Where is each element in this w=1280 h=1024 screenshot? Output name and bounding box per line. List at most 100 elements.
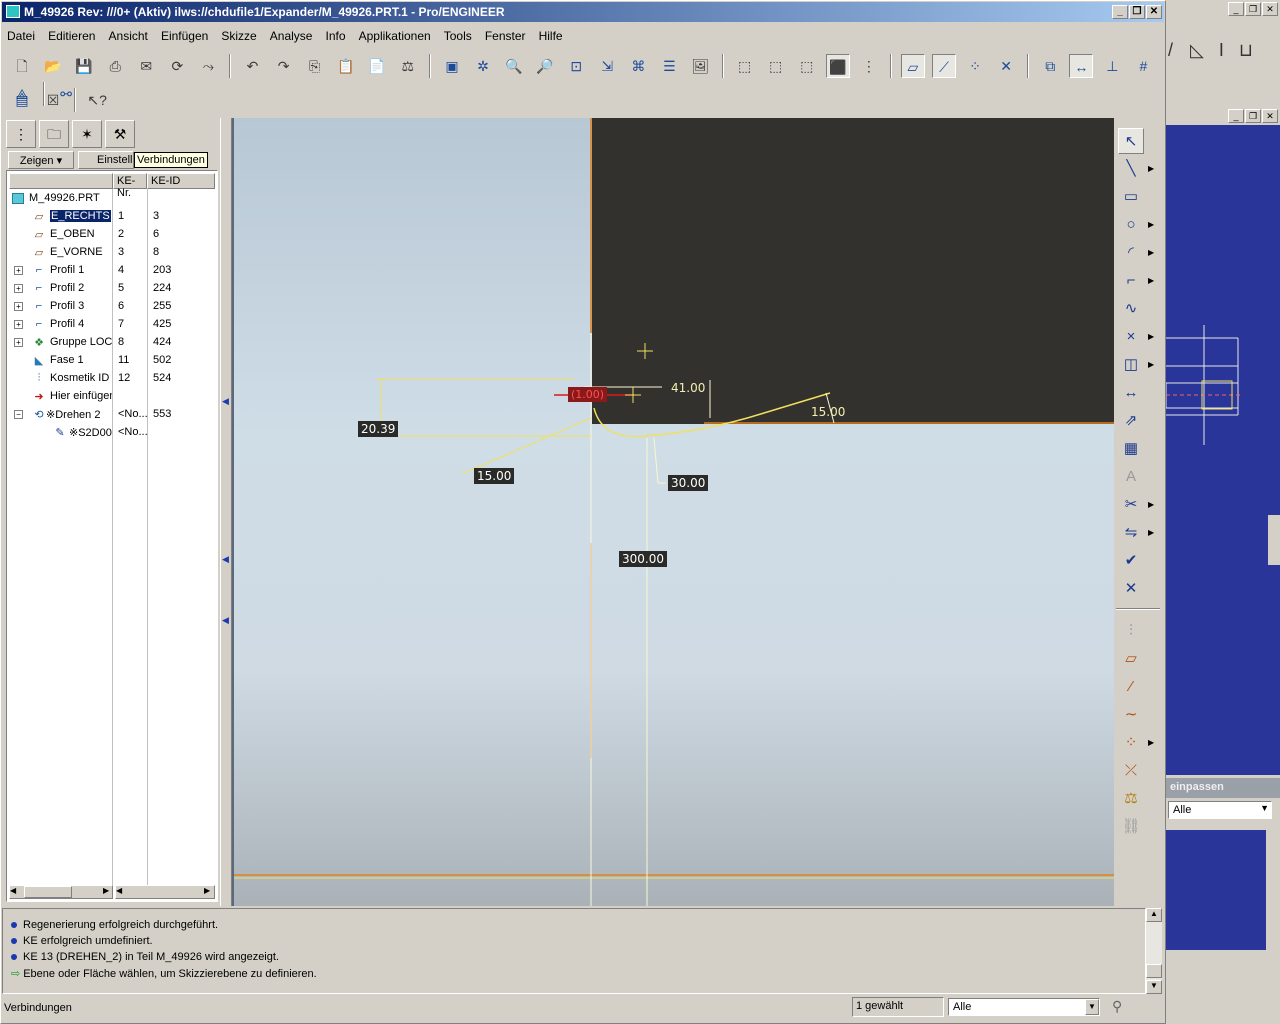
regenerate-manager-icon[interactable]: ⤳ — [196, 54, 220, 78]
sketch-orientation-icon[interactable]: ⧉ — [1038, 54, 1062, 78]
flyout-arrow-icon[interactable]: ▶ — [1148, 500, 1154, 509]
arc-tool-icon[interactable]: ◜ — [1118, 240, 1144, 266]
paste-icon[interactable]: 📋 — [334, 54, 358, 78]
datum-planes-icon[interactable]: ▱ — [900, 54, 925, 78]
view-manager-icon[interactable]: 🖼 — [688, 54, 712, 78]
relations-icon[interactable]: ⚖ — [396, 54, 420, 78]
column-header-name[interactable] — [9, 173, 113, 189]
menu-applikationen[interactable]: Applikationen — [354, 26, 436, 46]
menu-info[interactable]: Info — [321, 26, 351, 46]
datum-curve-tool-icon[interactable]: ∼ — [1118, 702, 1144, 728]
tree-row[interactable]: ✎ ※S2D00 <No... — [7, 424, 217, 442]
scroll-thumb[interactable] — [24, 886, 72, 898]
collapse-left-icon[interactable]: ◀ — [222, 615, 229, 626]
show-button[interactable]: Zeigen ▾ — [8, 151, 74, 169]
constraints-tool-icon[interactable]: ▦ — [1118, 436, 1144, 462]
dimension-label[interactable]: 20.39 — [358, 421, 399, 437]
hidden-line-icon[interactable]: ⬚ — [764, 54, 788, 78]
redo-icon[interactable]: ↷ — [272, 54, 296, 78]
flyout-arrow-icon[interactable]: ▶ — [1148, 164, 1154, 173]
bg2-restore-button[interactable]: ❐ — [1245, 109, 1261, 123]
datum-axes-icon[interactable]: ⟋ — [932, 54, 956, 78]
flyout-arrow-icon[interactable]: ▶ — [1148, 332, 1154, 341]
chevron-down-icon[interactable]: ▼ — [1085, 999, 1099, 1015]
tree-row[interactable]: + ⌐ Profil 1 4 203 — [7, 262, 217, 280]
no-hidden-icon[interactable]: ⬚ — [795, 54, 819, 78]
paste-special-icon[interactable]: 📄 — [365, 54, 389, 78]
dimension-label[interactable]: 30.00 — [668, 475, 709, 491]
menu-einfuegen[interactable]: Einfügen — [156, 26, 213, 46]
datum-axis-tool-icon[interactable]: ⁄ — [1118, 674, 1144, 700]
column-header-nr[interactable]: KE-Nr. — [113, 173, 147, 199]
tree-row[interactable]: ▱ E_VORNE 3 8 — [7, 244, 217, 262]
tree-row[interactable]: ⫶ Kosmetik ID 5 12 524 — [7, 370, 217, 388]
horizontal-scrollbar[interactable]: ◀ ▶ — [115, 885, 215, 899]
graphics-area[interactable]: 41.00 15.00 20.39 15.00 30.00 300.00 (1.… — [234, 118, 1114, 906]
mirror-tool-icon[interactable]: ⇋ — [1118, 520, 1144, 546]
saved-views-icon[interactable]: ⌘ — [626, 54, 650, 78]
bg-minimize-button[interactable]: _ — [1228, 2, 1244, 16]
constraints-display-icon[interactable]: ⊥ — [1100, 54, 1124, 78]
wireframe-icon[interactable]: ⬚ — [733, 54, 757, 78]
minimize-button[interactable]: _ — [1112, 5, 1128, 19]
spline-tool-icon[interactable]: ∿ — [1118, 296, 1144, 322]
context-help-icon[interactable]: ↖? — [85, 88, 109, 112]
menu-fenster[interactable]: Fenster — [480, 26, 531, 46]
zoom-in-icon[interactable]: 🔍 — [502, 54, 526, 78]
expand-icon[interactable]: + — [14, 266, 23, 275]
bg2-minimize-button[interactable]: _ — [1228, 109, 1244, 123]
model-tree-toggle-icon[interactable]: ⋮ — [857, 54, 881, 78]
scroll-up-icon[interactable]: ▲ — [1146, 908, 1162, 922]
connections-tab[interactable]: ⚒ — [105, 120, 135, 148]
dimension-label[interactable]: 15.00 — [808, 404, 848, 420]
expand-icon[interactable]: + — [14, 284, 23, 293]
splitter[interactable]: ◀ ◀ ◀ — [220, 118, 232, 906]
maximize-button[interactable]: ❐ — [1129, 5, 1145, 19]
tree-row[interactable]: + ⌐ Profil 3 6 255 — [7, 298, 217, 316]
scroll-left-icon[interactable]: ◀ — [116, 886, 122, 895]
flyout-arrow-icon[interactable]: ▶ — [1148, 220, 1154, 229]
line-icon[interactable]: / — [1168, 40, 1173, 60]
dimension-label[interactable]: 41.00 — [668, 380, 708, 396]
column-header-id[interactable]: KE-ID — [147, 173, 215, 189]
reference-dimension-label[interactable]: (1.00) — [568, 387, 608, 402]
tree-row[interactable]: ➜ Hier einfügen — [7, 388, 217, 406]
save-icon[interactable]: 💾 — [72, 54, 96, 78]
cancel-x-icon[interactable]: ✕ — [1118, 576, 1144, 602]
model-tree-tab[interactable]: ⋮ — [6, 120, 36, 148]
flyout-arrow-icon[interactable]: ▶ — [1148, 276, 1154, 285]
expand-icon[interactable]: + — [14, 302, 23, 311]
coordinate-system-tool-icon[interactable]: ⤫ — [1118, 758, 1144, 784]
coordinate-systems-icon[interactable]: ✕ — [994, 54, 1018, 78]
tree-row[interactable]: − ⟲ ※Drehen 2 <No... 553 — [7, 406, 217, 424]
checkmark-icon[interactable]: ✔ — [1118, 548, 1144, 574]
flyout-arrow-icon[interactable]: ▶ — [1148, 738, 1154, 747]
bg-close-button[interactable]: ✕ — [1262, 2, 1278, 16]
menu-skizze[interactable]: Skizze — [216, 26, 261, 46]
repaint-icon[interactable]: ▣ — [440, 54, 464, 78]
dimension-label[interactable]: 300.00 — [619, 551, 667, 567]
trim-tool-icon[interactable]: ✂ — [1118, 492, 1144, 518]
line-tool-icon[interactable]: ╲ — [1118, 156, 1144, 182]
scroll-thumb[interactable] — [1146, 964, 1162, 978]
shading-icon[interactable]: ⬛ — [825, 54, 850, 78]
chain-tool-icon[interactable]: ⛓ — [1118, 814, 1144, 840]
rectangle-tool-icon[interactable]: ▭ — [1118, 184, 1144, 210]
use-edge-icon[interactable]: ◫ — [1118, 352, 1144, 378]
dimension-display-icon[interactable]: ↔ — [1069, 54, 1094, 78]
horizontal-scrollbar[interactable]: ◀ ▶ — [9, 885, 113, 899]
refit-icon[interactable]: ⊡ — [564, 54, 588, 78]
i-beam-icon[interactable]: I — [1219, 40, 1224, 60]
cancel-feature-icon[interactable]: ☒ — [41, 88, 65, 112]
triangle-icon[interactable]: ◺ — [1190, 40, 1204, 60]
collapse-icon[interactable]: − — [14, 410, 23, 419]
expand-icon[interactable]: + — [14, 320, 23, 329]
scroll-right-icon[interactable]: ▶ — [204, 886, 210, 895]
send-icon[interactable]: ✉ — [134, 54, 158, 78]
copy-icon[interactable]: ⎘ — [303, 54, 327, 78]
spin-center-icon[interactable]: ✲ — [471, 54, 495, 78]
menu-datei[interactable]: Datei — [2, 26, 40, 46]
flyout-arrow-icon[interactable]: ▶ — [1148, 528, 1154, 537]
tree-row[interactable]: ◣ Fase 1 11 502 — [7, 352, 217, 370]
tree-row[interactable]: ▱ E_OBEN 2 6 — [7, 226, 217, 244]
